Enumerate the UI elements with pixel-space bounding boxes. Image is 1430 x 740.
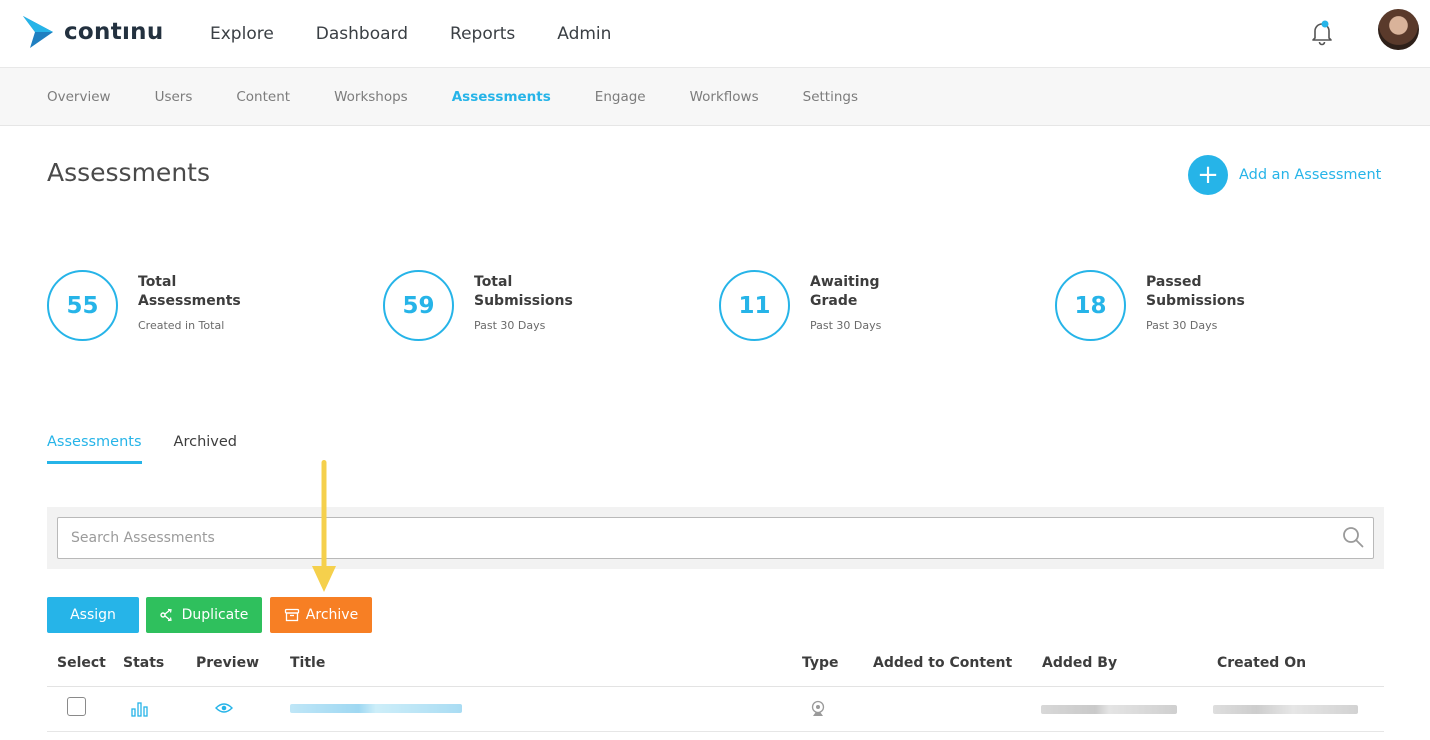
search-bar <box>47 507 1384 569</box>
subnav-workflows[interactable]: Workflows <box>690 89 759 105</box>
stat-passed-submissions: 18 Passed Submissions Past 30 Days <box>1055 270 1256 341</box>
subnav-users[interactable]: Users <box>155 89 193 105</box>
stat-total-assessments: 55 Total Assessments Created in Total <box>47 270 248 341</box>
annotation-arrow-icon <box>312 460 336 592</box>
topnav-explore[interactable]: Explore <box>210 24 274 44</box>
stat-value: 59 <box>383 270 454 341</box>
search-icon[interactable] <box>1342 526 1364 548</box>
subnav-settings[interactable]: Settings <box>803 89 858 105</box>
stat-subtitle: Past 30 Days <box>810 319 882 332</box>
brand-name: contınu <box>64 19 164 45</box>
search-input[interactable] <box>57 517 1374 559</box>
duplicate-button[interactable]: Duplicate <box>146 597 262 633</box>
tab-assessments[interactable]: Assessments <box>47 434 142 464</box>
stat-awaiting-grade: 11 Awaiting Grade Past 30 Days <box>719 270 920 341</box>
column-created-on[interactable]: Created On <box>1217 655 1306 671</box>
page-title: Assessments <box>47 158 210 187</box>
title-link[interactable] <box>290 704 462 713</box>
stat-title: Awaiting Grade <box>810 274 880 309</box>
plus-icon: + <box>1188 155 1228 195</box>
bar-chart-icon[interactable] <box>131 701 149 717</box>
stat-subtitle: Past 30 Days <box>474 319 546 332</box>
top-nav: Explore Dashboard Reports Admin <box>210 0 653 68</box>
stat-title: Passed Submissions <box>1146 274 1245 309</box>
top-bar: contınu Explore Dashboard Reports Admin <box>0 0 1430 68</box>
logo[interactable]: contınu <box>22 16 164 48</box>
topnav-dashboard[interactable]: Dashboard <box>316 24 408 44</box>
bell-icon[interactable] <box>1309 20 1335 46</box>
archive-icon <box>284 608 299 622</box>
logo-arrow-icon <box>23 16 53 48</box>
webcam-type-icon <box>811 700 825 716</box>
assessment-tabs: Assessments Archived <box>47 434 269 464</box>
stat-subtitle: Created in Total <box>138 319 225 332</box>
add-assessment-label: Add an Assessment <box>1239 167 1382 183</box>
sub-nav: Overview Users Content Workshops Assessm… <box>0 68 1430 126</box>
column-added-to-content[interactable]: Added to Content <box>873 655 1012 671</box>
column-type[interactable]: Type <box>802 655 839 671</box>
column-title[interactable]: Title <box>290 655 325 671</box>
table-header: Select Stats Preview Title Type Added to… <box>47 652 1384 687</box>
tab-archived[interactable]: Archived <box>174 434 237 464</box>
column-select: Select <box>57 655 106 671</box>
assign-label: Assign <box>70 607 116 623</box>
topnav-admin[interactable]: Admin <box>557 24 611 44</box>
column-stats: Stats <box>123 655 165 671</box>
column-preview: Preview <box>196 655 260 671</box>
duplicate-icon <box>159 608 172 622</box>
stat-value: 18 <box>1055 270 1126 341</box>
row-select-checkbox[interactable] <box>67 697 86 716</box>
stat-title: Total Assessments <box>138 274 241 309</box>
user-avatar[interactable] <box>1378 9 1419 50</box>
stat-subtitle: Past 30 Days <box>1146 319 1218 332</box>
stat-total-submissions: 59 Total Submissions Past 30 Days <box>383 270 584 341</box>
archive-label: Archive <box>305 607 359 623</box>
stat-value: 55 <box>47 270 118 341</box>
subnav-engage[interactable]: Engage <box>595 89 646 105</box>
stat-title: Total Submissions <box>474 274 573 309</box>
assign-button[interactable]: Assign <box>47 597 139 633</box>
subnav-workshops[interactable]: Workshops <box>334 89 408 105</box>
subnav-content[interactable]: Content <box>236 89 290 105</box>
column-added-by[interactable]: Added By <box>1042 655 1117 671</box>
added-by-value <box>1041 705 1177 714</box>
add-assessment-button[interactable]: + Add an Assessment <box>1188 155 1381 195</box>
subnav-assessments[interactable]: Assessments <box>452 89 551 105</box>
created-on-value <box>1213 705 1358 714</box>
table-row <box>47 688 1384 732</box>
duplicate-label: Duplicate <box>181 607 249 623</box>
eye-icon[interactable] <box>215 702 233 714</box>
topnav-reports[interactable]: Reports <box>450 24 515 44</box>
archive-button[interactable]: Archive <box>270 597 372 633</box>
stat-value: 11 <box>719 270 790 341</box>
subnav-overview[interactable]: Overview <box>47 89 111 105</box>
